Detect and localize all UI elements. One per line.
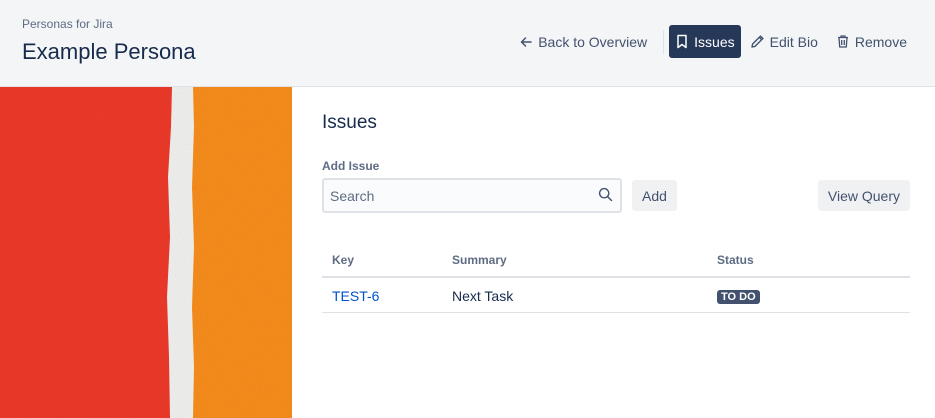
column-header-summary[interactable]: Summary [452,253,507,267]
trash-icon [837,35,848,48]
edit-bio-label: Edit Bio [769,33,818,50]
view-query-button[interactable]: View Query [817,180,910,211]
back-to-overview-button[interactable]: Back to Overview [513,25,653,58]
pencil-icon [750,35,764,48]
issue-summary: Next Task [452,288,514,304]
persona-cover-image [0,87,292,418]
issues-table: Key Summary Status TEST-6 Next Task TO D… [322,244,910,313]
page-header: Personas for Jira Example Persona Back t… [0,0,935,87]
status-badge: TO DO [717,290,760,304]
issues-tab-button[interactable]: Issues [669,25,741,58]
remove-button[interactable]: Remove [830,25,913,58]
header-divider [663,29,665,54]
table-header: Key Summary Status [322,244,910,278]
section-title: Issues [322,112,377,133]
page-title: Example Persona [22,39,196,64]
arrow-left-icon [520,36,532,47]
add-issue-button[interactable]: Add [632,180,677,211]
header-actions: Back to Overview Issues Edit Bio Remove [513,25,913,58]
search-icon [598,187,613,202]
bookmark-icon [677,34,687,49]
back-to-overview-label: Back to Overview [538,33,648,50]
search-input[interactable] [324,180,584,211]
column-header-status[interactable]: Status [717,253,754,267]
table-row: TEST-6 Next Task TO DO [322,278,910,313]
issue-key-link[interactable]: TEST-6 [332,288,379,304]
remove-label: Remove [854,33,907,50]
column-header-key[interactable]: Key [332,253,354,267]
add-issue-label: Add Issue [322,159,380,173]
issues-tab-label: Issues [694,33,735,50]
issue-search-field[interactable] [322,178,622,213]
edit-bio-button[interactable]: Edit Bio [744,25,824,58]
app-name: Personas for Jira [22,17,113,31]
